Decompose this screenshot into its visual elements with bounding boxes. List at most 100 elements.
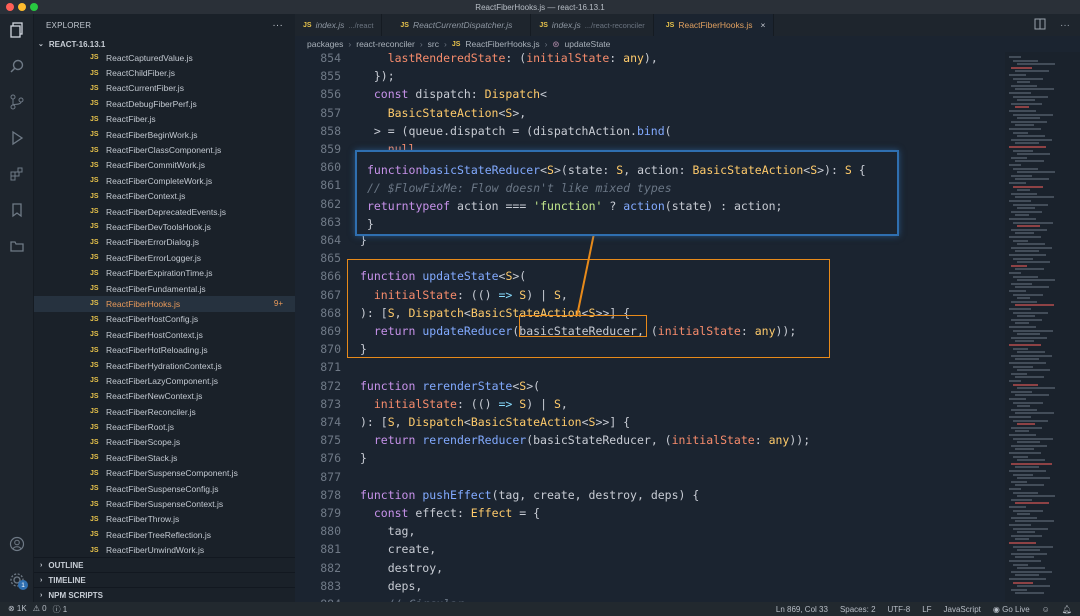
- go-live-button[interactable]: ◉ Go Live: [993, 605, 1030, 614]
- section-npm-scripts[interactable]: › NPM SCRIPTS: [34, 587, 295, 602]
- file-item[interactable]: JS ReactFiberTreeReflection.js: [34, 527, 295, 542]
- search-icon[interactable]: [7, 56, 27, 76]
- minimap[interactable]: [1005, 52, 1080, 602]
- file-item[interactable]: JS ReactFiberStack.js: [34, 450, 295, 465]
- file-item[interactable]: JS ReactCurrentFiber.js: [34, 81, 295, 96]
- file-item[interactable]: JS ReactFiberCommitWork.js: [34, 158, 295, 173]
- tab-index-react[interactable]: JS index.js .../react: [295, 14, 383, 36]
- cursor-position[interactable]: Ln 869, Col 33: [776, 605, 828, 614]
- code-line[interactable]: 876}: [295, 449, 367, 467]
- warnings-count[interactable]: ⚠ 0: [33, 604, 47, 615]
- minimap-line: [1013, 581, 1033, 584]
- line-number: 862: [320, 196, 341, 211]
- language-mode[interactable]: JavaScript: [944, 605, 981, 614]
- code-line[interactable]: 883 deps,: [295, 577, 422, 595]
- tab-react-current-dispatcher[interactable]: JS ReactCurrentDispatcher.js: [382, 14, 532, 36]
- file-item[interactable]: JS ReactFiberFundamental.js: [34, 281, 295, 296]
- close-icon[interactable]: ×: [761, 20, 766, 30]
- code-line[interactable]: 875 return rerenderReducer(basicStateRed…: [295, 431, 810, 449]
- info-count[interactable]: ⓘ 1: [53, 604, 68, 615]
- split-editor-icon[interactable]: [1034, 18, 1046, 33]
- more-actions-icon[interactable]: ···: [1060, 20, 1070, 31]
- code-line[interactable]: 855 });: [295, 67, 394, 85]
- extensions-icon[interactable]: [7, 164, 27, 184]
- file-item[interactable]: JS ReactDebugFiberPerf.js: [34, 96, 295, 111]
- file-item[interactable]: JS ReactFiberHydrationContext.js: [34, 358, 295, 373]
- code-line[interactable]: 878 function pushEffect(tag, create, dest…: [295, 486, 699, 504]
- file-item[interactable]: JS ReactFiberHooks.js 9+: [34, 296, 295, 312]
- tab-index-reconciler[interactable]: JS index.js .../react-reconciler: [531, 14, 654, 36]
- account-icon[interactable]: [7, 534, 27, 554]
- maximize-window-button[interactable]: [30, 3, 38, 11]
- code-line[interactable]: 879 const effect: Effect = {: [295, 504, 540, 522]
- file-item[interactable]: JS ReactFiberRoot.js: [34, 419, 295, 434]
- section-timeline[interactable]: › TIMELINE: [34, 572, 295, 587]
- code-line[interactable]: 863: [295, 213, 360, 231]
- code-line[interactable]: 856 const dispatch: Dispatch<: [295, 85, 547, 103]
- file-item[interactable]: JS ReactFiberHostConfig.js: [34, 312, 295, 327]
- file-item[interactable]: JS ReactFiberLazyComponent.js: [34, 373, 295, 388]
- code-line[interactable]: 884 // Circular: [295, 595, 464, 602]
- breadcrumb-item[interactable]: ReactFiberHooks.js: [465, 39, 539, 49]
- file-item[interactable]: JS ReactFiberErrorLogger.js: [34, 250, 295, 265]
- file-item[interactable]: JS ReactFiberErrorDialog.js: [34, 235, 295, 250]
- code-line[interactable]: 877: [295, 468, 360, 486]
- file-item[interactable]: JS ReactFiberSuspenseComponent.js: [34, 466, 295, 481]
- file-item[interactable]: JS ReactFiberSuspenseContext.js: [34, 496, 295, 511]
- file-item[interactable]: JS ReactFiberClassComponent.js: [34, 142, 295, 157]
- file-item[interactable]: JS ReactFiberUnwindWork.js: [34, 543, 295, 558]
- code-line[interactable]: 873 initialState: (() => S) | S,: [295, 395, 568, 413]
- code-line[interactable]: 880 tag,: [295, 522, 415, 540]
- file-item[interactable]: JS ReactFiberBeginWork.js: [34, 127, 295, 142]
- source-control-icon[interactable]: [7, 92, 27, 112]
- code-line[interactable]: 871: [295, 358, 360, 376]
- breadcrumb-item[interactable]: react-reconciler: [356, 39, 415, 49]
- code-line[interactable]: 862: [295, 195, 360, 213]
- notifications-icon[interactable]: 🔔︎: [1062, 605, 1072, 614]
- run-debug-icon[interactable]: [7, 128, 27, 148]
- file-item[interactable]: JS ReactFiberReconciler.js: [34, 404, 295, 419]
- settings-icon[interactable]: 1: [7, 570, 28, 590]
- file-item[interactable]: JS ReactFiberContext.js: [34, 189, 295, 204]
- file-item[interactable]: JS ReactFiberDevToolsHook.js: [34, 219, 295, 234]
- code-line[interactable]: 858 > = (queue.dispatch = (dispatchActio…: [295, 122, 671, 140]
- feedback-icon[interactable]: ☺: [1042, 605, 1050, 614]
- file-item[interactable]: JS ReactFiberThrow.js: [34, 512, 295, 527]
- tab-react-fiber-hooks[interactable]: JS ReactFiberHooks.js ×: [653, 14, 775, 36]
- file-item[interactable]: JS ReactFiber.js: [34, 112, 295, 127]
- breadcrumb-item[interactable]: packages: [307, 39, 343, 49]
- code-line[interactable]: 861: [295, 176, 360, 194]
- file-item[interactable]: JS ReactFiberSuspenseConfig.js: [34, 481, 295, 496]
- encoding[interactable]: UTF-8: [888, 605, 911, 614]
- code-line[interactable]: 860: [295, 158, 360, 176]
- more-actions-button[interactable]: ···: [272, 20, 283, 31]
- code-line[interactable]: 881 create,: [295, 540, 436, 558]
- file-item[interactable]: JS ReactFiberNewContext.js: [34, 389, 295, 404]
- problems-summary[interactable]: ⊗ 1K ⚠ 0 ⓘ 1: [0, 604, 67, 615]
- file-item[interactable]: JS ReactFiberDeprecatedEvents.js: [34, 204, 295, 219]
- code-line[interactable]: 872 function rerenderState<S>(: [295, 377, 540, 395]
- file-item[interactable]: JS ReactFiberCompleteWork.js: [34, 173, 295, 188]
- minimize-window-button[interactable]: [18, 3, 26, 11]
- folder-icon[interactable]: [7, 236, 27, 256]
- line-number: 861: [320, 178, 341, 193]
- indentation[interactable]: Spaces: 2: [840, 605, 876, 614]
- files-icon[interactable]: [7, 20, 27, 40]
- code-line[interactable]: 874): [S, Dispatch<BasicStateAction<S>>]…: [295, 413, 630, 431]
- bookmarks-icon[interactable]: [7, 200, 27, 220]
- file-item[interactable]: JS ReactFiberHostContext.js: [34, 327, 295, 342]
- code-line[interactable]: 857 BasicStateAction<S>,: [295, 104, 526, 122]
- code-line[interactable]: 854 lastRenderedState: (initialState: an…: [295, 52, 658, 67]
- file-item[interactable]: JS ReactFiberExpirationTime.js: [34, 265, 295, 280]
- file-item[interactable]: JS ReactFiberHotReloading.js: [34, 342, 295, 357]
- close-window-button[interactable]: [6, 3, 14, 11]
- section-outline[interactable]: › OUTLINE: [34, 557, 295, 572]
- errors-count[interactable]: ⊗ 1K: [8, 604, 27, 615]
- breadcrumb-item[interactable]: src: [428, 39, 439, 49]
- file-item[interactable]: JS ReactCapturedValue.js: [34, 50, 295, 65]
- breadcrumb-item[interactable]: updateState: [565, 39, 611, 49]
- file-item[interactable]: JS ReactFiberScope.js: [34, 435, 295, 450]
- code-line[interactable]: 882 destroy,: [295, 559, 443, 577]
- line-endings[interactable]: LF: [922, 605, 931, 614]
- file-item[interactable]: JS ReactChildFiber.js: [34, 65, 295, 80]
